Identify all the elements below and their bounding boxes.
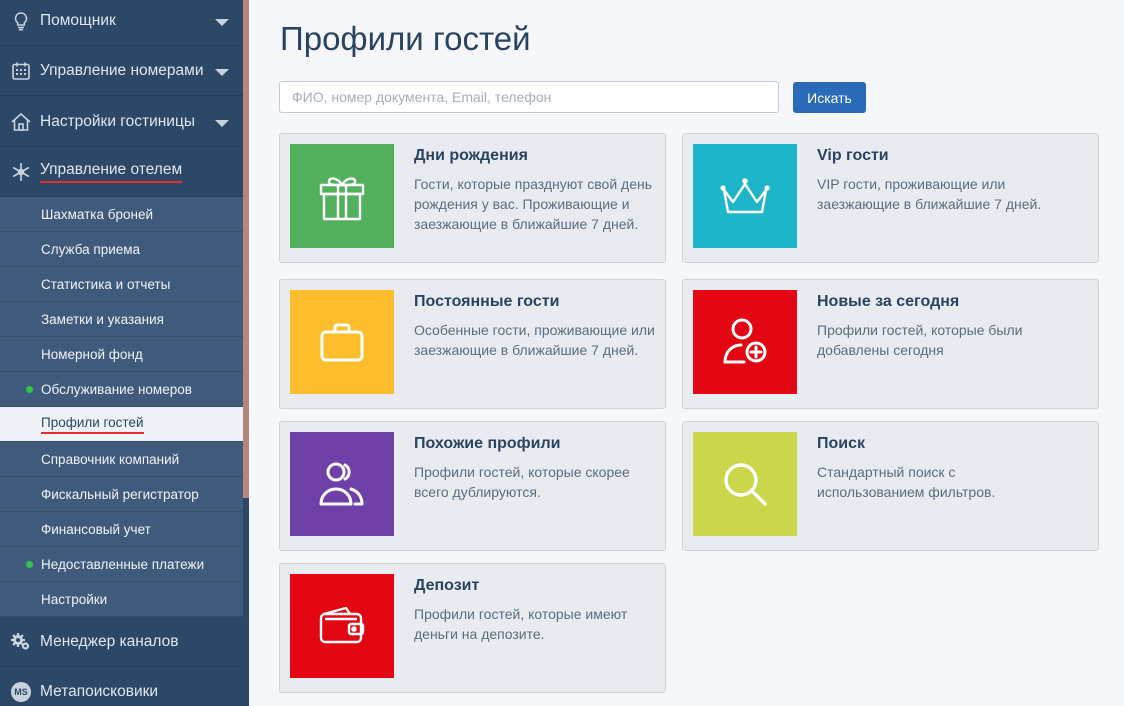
sidebar-subitem-label: Обслуживание номеров xyxy=(41,381,192,397)
status-dot xyxy=(26,561,33,568)
card-vip[interactable]: Vip гости VIP гости, проживающие или зае… xyxy=(682,133,1099,263)
card-title: Депозит xyxy=(414,577,480,594)
card-search[interactable]: Поиск Стандартный поиск с использованием… xyxy=(682,421,1099,551)
card-regular-guests-tile xyxy=(290,290,394,394)
add-user-icon xyxy=(723,318,767,364)
gift-icon xyxy=(319,177,365,221)
card-description: VIP гости, проживающие или заезжающие в … xyxy=(817,176,1042,212)
ms-badge: MS xyxy=(11,681,31,702)
sidebar-item-label: Управление номерами xyxy=(40,61,204,79)
card-vip-tile xyxy=(693,144,797,248)
card-deposit-tile xyxy=(290,574,394,678)
card-title: Поиск xyxy=(817,435,866,452)
card-title: Дни рождения xyxy=(414,147,528,164)
sidebar-submenu: Шахматка броней Служба приема Статистика… xyxy=(0,197,243,617)
sidebar-subitem-label: Фискальный регистратор xyxy=(41,486,199,502)
sidebar-subitem[interactable]: Служба приема xyxy=(0,232,243,267)
sidebar-subitem[interactable]: Недоставленные платежи xyxy=(0,547,243,582)
crown-icon xyxy=(720,178,770,214)
sidebar-subitem-label: Профили гостей xyxy=(41,415,144,434)
sidebar-subitem[interactable]: Шахматка броней xyxy=(0,197,243,232)
sidebar-subitem[interactable]: Статистика и отчеты xyxy=(0,267,243,302)
users-icon xyxy=(319,462,364,506)
sidebar-subitem-label: Статистика и отчеты xyxy=(41,276,171,292)
lightbulb-icon xyxy=(10,10,32,32)
sidebar-subitem-label: Справочник компаний xyxy=(41,451,180,467)
chevron-down-icon xyxy=(215,18,229,26)
search-icon xyxy=(724,463,767,506)
sidebar-subitem[interactable]: Справочник компаний xyxy=(0,442,243,477)
card-title: Постоянные гости xyxy=(414,293,560,310)
sidebar-subitem-label: Служба приема xyxy=(41,241,141,257)
card-description: Профили гостей, которые были добавлены с… xyxy=(817,322,1023,358)
guest-search-input[interactable] xyxy=(279,81,779,113)
card-description: Особенные гости, проживающие или заезжаю… xyxy=(414,322,655,358)
chevron-down-icon xyxy=(215,119,229,127)
gears-icon xyxy=(10,631,32,653)
calendar-icon xyxy=(10,60,32,82)
card-title: Новые за сегодня xyxy=(817,293,960,310)
sidebar-subitem-active[interactable]: Профили гостей xyxy=(0,407,243,442)
card-new-today-tile xyxy=(693,290,797,394)
sidebar-scrollbar-thumb[interactable] xyxy=(243,0,249,498)
card-deposit[interactable]: Депозит Профили гостей, которые имеют де… xyxy=(279,563,666,693)
status-dot xyxy=(26,386,33,393)
wallet-icon xyxy=(319,606,365,644)
card-birthdays[interactable]: Дни рождения Гости, которые празднуют св… xyxy=(279,133,666,263)
sidebar-subitem[interactable]: Обслуживание номеров xyxy=(0,372,243,407)
card-regular-guests[interactable]: Постоянные гости Особенные гости, прожив… xyxy=(279,279,666,409)
sidebar-subitem[interactable]: Заметки и указания xyxy=(0,302,243,337)
card-description: Профили гостей, которые скорее всего дуб… xyxy=(414,464,630,500)
sidebar-item-label: Помощник xyxy=(40,11,116,29)
sidebar-subitem-label: Недоставленные платежи xyxy=(41,556,205,572)
card-title: Похожие профили xyxy=(414,435,561,452)
sidebar-item-hotel-settings[interactable]: Настройки гостиницы xyxy=(0,97,243,147)
sidebar-subitem-label: Номерной фонд xyxy=(41,346,143,362)
page-title: Профили гостей xyxy=(280,20,531,57)
sidebar-item-assistant[interactable]: Помощник xyxy=(0,0,243,46)
sidebar-item-hotel-management[interactable]: Управление отелем xyxy=(0,147,243,197)
sidebar-item-label: Настройки гостиницы xyxy=(40,112,195,130)
sidebar-subitem[interactable]: Настройки xyxy=(0,582,243,617)
sidebar-subitem[interactable]: Фискальный регистратор xyxy=(0,477,243,512)
snowflake-icon xyxy=(10,161,32,183)
sidebar-item-channel-manager[interactable]: Менеджер каналов xyxy=(0,617,243,667)
card-new-today[interactable]: Новые за сегодня Профили гостей, которые… xyxy=(682,279,1099,409)
card-description: Стандартный поиск с использованием фильт… xyxy=(817,464,996,500)
ms-badge-icon: MS xyxy=(10,681,32,703)
sidebar-item-rooms[interactable]: Управление номерами xyxy=(0,46,243,96)
sidebar-item-label: Управление отелем xyxy=(40,161,183,183)
card-similar-profiles-tile xyxy=(290,432,394,536)
card-search-tile xyxy=(693,432,797,536)
card-description: Гости, которые празднуют свой день рожде… xyxy=(414,176,653,232)
card-title: Vip гости xyxy=(817,147,889,164)
sidebar-subitem-label: Заметки и указания xyxy=(41,311,164,327)
sidebar-item-label: Менеджер каналов xyxy=(40,632,179,650)
card-similar-profiles[interactable]: Похожие профили Профили гостей, которые … xyxy=(279,421,666,551)
sidebar-subitem-label: Финансовый учет xyxy=(41,521,151,537)
sidebar-item-metasearch[interactable]: MS Метапоисковики xyxy=(0,667,243,706)
home-icon xyxy=(10,111,32,133)
sidebar-subitem-label: Настройки xyxy=(41,591,108,607)
briefcase-icon xyxy=(320,323,364,362)
card-birthdays-tile xyxy=(290,144,394,248)
sidebar-subitem[interactable]: Финансовый учет xyxy=(0,512,243,547)
search-button[interactable]: Искать xyxy=(793,82,866,113)
sidebar-item-label: Метапоисковики xyxy=(40,682,159,700)
card-description: Профили гостей, которые имеют деньги на … xyxy=(414,606,628,642)
sidebar-subitem[interactable]: Номерной фонд xyxy=(0,337,243,372)
sidebar-subitem-label: Шахматка броней xyxy=(41,206,154,222)
chevron-down-icon xyxy=(215,68,229,76)
